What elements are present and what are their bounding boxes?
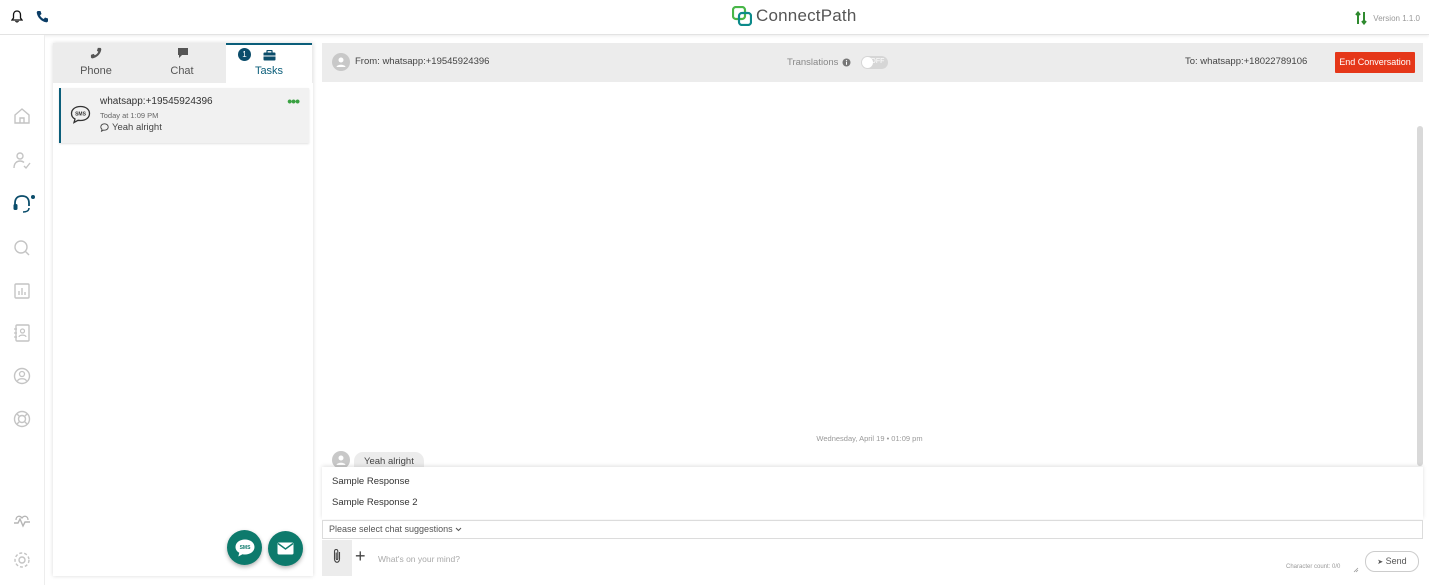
resize-handle-icon[interactable]	[1353, 567, 1359, 573]
suggestion-item[interactable]: Sample Response	[332, 476, 410, 487]
logo: ConnectPath	[732, 6, 857, 26]
tab-tasks-label: Tasks	[254, 65, 284, 77]
paperclip-icon	[333, 548, 341, 563]
character-count: Character count: 0/0	[1286, 564, 1341, 570]
help-icon[interactable]	[12, 409, 32, 429]
message-bubble-icon	[100, 123, 109, 132]
tab-chat[interactable]: Chat	[139, 43, 225, 83]
chat-suggestions-select[interactable]: Please select chat suggestions	[322, 520, 1423, 539]
tasks-panel: Phone Chat 1 Tasks SMS whatsapp:+1954592…	[53, 43, 313, 576]
scrollbar[interactable]	[1417, 126, 1423, 466]
avatar	[332, 53, 350, 71]
phone-icon[interactable]	[36, 10, 49, 23]
task-title: whatsapp:+19545924396	[100, 96, 213, 107]
briefcase-icon	[263, 50, 276, 61]
send-button[interactable]: ➤ Send	[1365, 551, 1419, 572]
to-label: To: whatsapp:+18022789106	[1185, 56, 1308, 67]
message-input[interactable]: What's on your mind?	[378, 554, 460, 564]
toggle-state: OFF	[870, 58, 885, 65]
version-label: Version 1.1.0	[1373, 13, 1420, 23]
left-nav	[0, 35, 45, 585]
activity-icon[interactable]	[12, 512, 32, 532]
date-stamp: Wednesday, April 19 • 01:09 pm	[816, 434, 923, 443]
translations-label: Translations	[787, 57, 839, 68]
send-label: Send	[1385, 556, 1407, 566]
connectpath-logo-icon	[732, 6, 752, 26]
version-info: Version 1.1.0	[1355, 11, 1420, 25]
sort-arrows-icon	[1355, 11, 1368, 25]
tab-phone[interactable]: Phone	[53, 43, 139, 83]
from-label: From: whatsapp:+19545924396	[355, 56, 490, 67]
users-icon[interactable]	[12, 151, 32, 171]
chat-icon	[177, 47, 189, 59]
message-composer: + What's on your mind? Character count: …	[322, 540, 1423, 578]
reports-icon[interactable]	[12, 281, 32, 301]
task-last-message: Yeah alright	[100, 122, 162, 133]
task-time: Today at 1:09 PM	[100, 111, 159, 120]
task-item[interactable]: SMS whatsapp:+19545924396 Today at 1:09 …	[59, 88, 309, 143]
tab-chat-label: Chat	[170, 65, 194, 77]
plus-icon[interactable]: +	[355, 546, 366, 567]
home-icon[interactable]	[12, 106, 32, 126]
translations-control: Translations OFF	[787, 56, 889, 69]
profile-icon[interactable]	[12, 366, 32, 386]
bell-icon[interactable]	[11, 10, 23, 23]
end-conversation-button[interactable]: End Conversation	[1335, 52, 1415, 73]
task-message-text: Yeah alright	[112, 122, 162, 133]
channel-tabs: Phone Chat 1 Tasks	[53, 43, 313, 83]
top-bar: ConnectPath Version 1.1.0	[0, 0, 1429, 35]
envelope-icon	[277, 542, 294, 555]
info-icon[interactable]	[842, 58, 851, 67]
settings-icon[interactable]	[12, 550, 32, 570]
headset-icon[interactable]	[12, 193, 36, 215]
tasks-count-badge: 1	[238, 48, 251, 61]
svg-text:SMS: SMS	[239, 545, 251, 551]
conversation-header: From: whatsapp:+19545924396 Translations…	[322, 43, 1423, 82]
tab-tasks[interactable]: 1 Tasks	[226, 43, 312, 83]
select-label: Please select chat suggestions	[329, 524, 453, 534]
send-arrow-icon: ➤	[1377, 559, 1384, 566]
translations-toggle[interactable]: OFF	[861, 56, 889, 69]
search-icon[interactable]	[12, 238, 32, 258]
phone-icon	[90, 47, 102, 59]
sms-bubble-icon: SMS	[235, 539, 254, 556]
suggestion-item[interactable]: Sample Response 2	[332, 497, 418, 508]
suggestions-list: Sample Response Sample Response 2	[322, 467, 1423, 519]
sms-icon: SMS	[70, 105, 91, 124]
attach-button[interactable]	[322, 540, 352, 576]
logo-text: ConnectPath	[756, 6, 857, 25]
chevron-down-icon	[455, 521, 462, 538]
tab-phone-label: Phone	[80, 65, 112, 77]
svg-text:SMS: SMS	[75, 112, 87, 118]
more-options-icon[interactable]: •••	[287, 93, 300, 109]
contacts-icon[interactable]	[12, 323, 32, 343]
sms-fab-button[interactable]: SMS	[227, 530, 262, 565]
email-fab-button[interactable]	[268, 531, 303, 566]
